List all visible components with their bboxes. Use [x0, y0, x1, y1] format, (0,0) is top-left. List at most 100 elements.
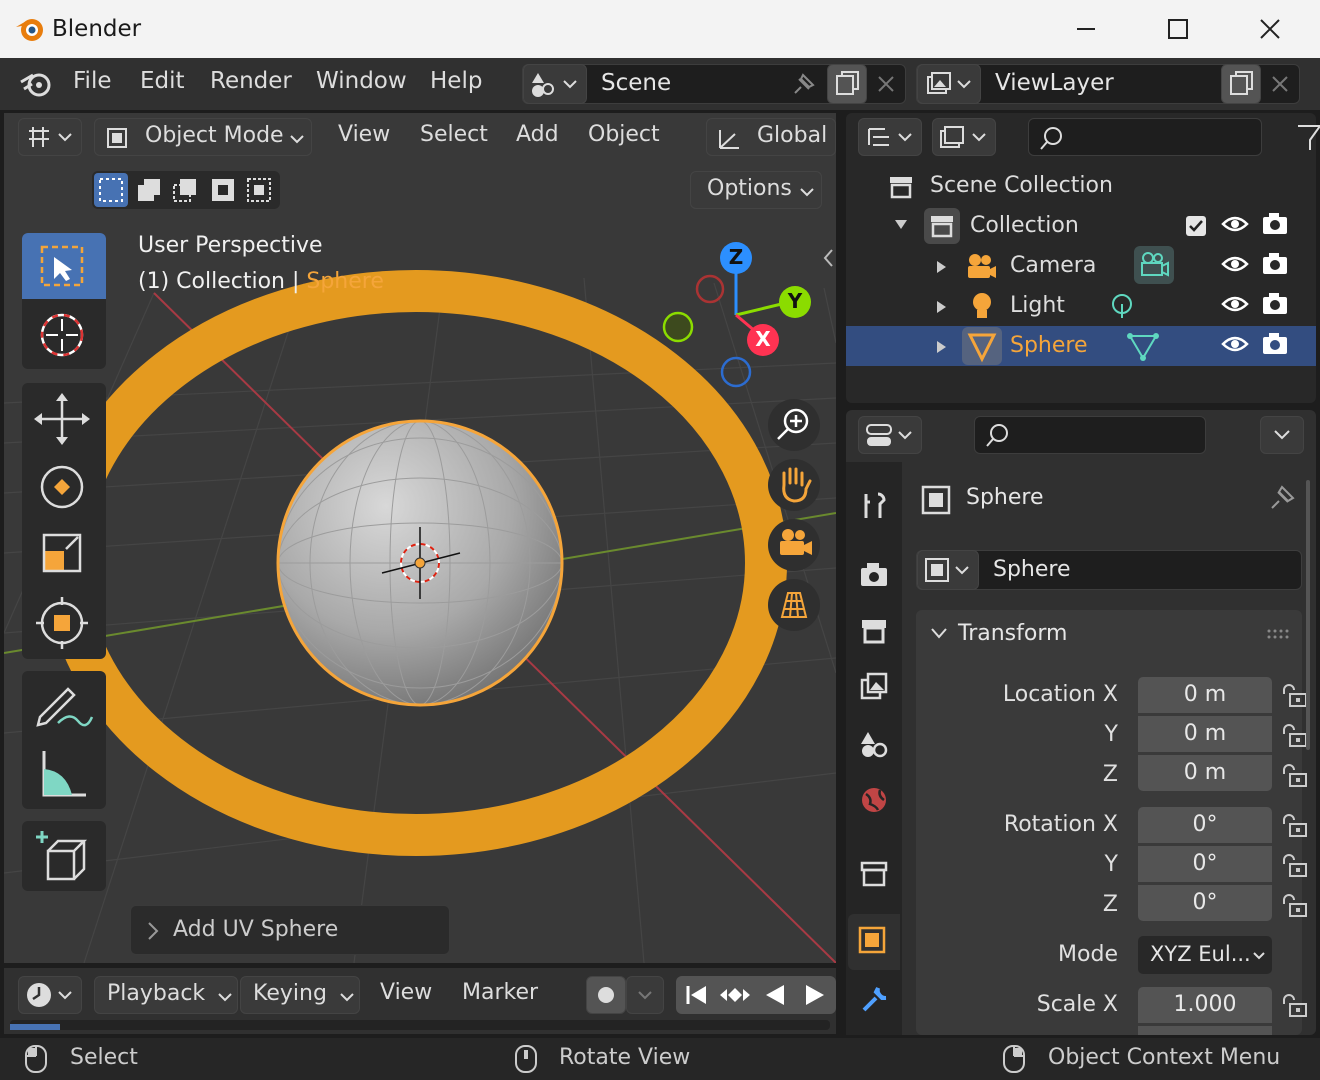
eye-icon[interactable]	[1220, 209, 1250, 239]
view-layer-tab-icon[interactable]	[858, 670, 890, 702]
modifier-tab-icon[interactable]	[858, 984, 890, 1016]
rotation-mode-dropdown[interactable]: XYZ Eul...	[1138, 936, 1272, 974]
select-extend-icon[interactable]	[132, 173, 166, 207]
render-camera-icon[interactable]	[1260, 249, 1290, 279]
delete-scene-icon[interactable]	[875, 73, 897, 95]
playhead[interactable]	[10, 1024, 60, 1030]
select-invert-icon[interactable]	[206, 173, 240, 207]
rotation-x-field[interactable]: 0°	[1138, 807, 1272, 843]
expand-right-icon[interactable]	[936, 260, 948, 274]
annotate-tool[interactable]	[22, 673, 106, 739]
lock-icon[interactable]	[1280, 852, 1310, 880]
move-tool[interactable]	[22, 385, 106, 451]
eye-icon[interactable]	[1220, 289, 1250, 319]
3d-viewport[interactable]: Object Mode View Select Add Object Globa…	[4, 113, 836, 963]
keying-options-button[interactable]	[626, 976, 664, 1014]
mesh-data-icon[interactable]	[1126, 330, 1160, 362]
eye-icon[interactable]	[1220, 249, 1250, 279]
maximize-button[interactable]	[1132, 0, 1224, 58]
viewlayer-browse-button[interactable]	[917, 64, 981, 104]
rotation-y-field[interactable]: 0°	[1138, 846, 1272, 882]
viewport-menu-object[interactable]: Object	[588, 122, 660, 147]
viewport-menu-view[interactable]: View	[338, 122, 390, 147]
render-camera-icon[interactable]	[1260, 329, 1290, 359]
display-mode-button[interactable]	[932, 118, 996, 156]
jump-start-icon[interactable]	[680, 980, 712, 1010]
delete-viewlayer-icon[interactable]	[1269, 73, 1291, 95]
scene-browse-button[interactable]	[523, 64, 587, 104]
outliner-search-input[interactable]	[1028, 118, 1262, 156]
exclude-checkbox[interactable]	[1186, 216, 1206, 236]
timeline-menu-view[interactable]: View	[380, 980, 432, 1005]
scale-y-field[interactable]	[1138, 1026, 1272, 1035]
collection-tab-icon[interactable]	[858, 858, 890, 890]
lock-icon[interactable]	[1280, 992, 1310, 1020]
light-data-icon[interactable]	[1108, 292, 1136, 322]
pan-hand-icon[interactable]	[768, 459, 820, 511]
timeline-editor-type-button[interactable]	[18, 976, 82, 1014]
transform-panel-header[interactable]: Transform	[916, 610, 1302, 660]
camera-view-icon[interactable]	[768, 519, 820, 571]
scale-tool[interactable]	[22, 521, 106, 587]
tool-tab-icon[interactable]	[858, 490, 890, 522]
expand-right-icon[interactable]	[936, 300, 948, 314]
perspective-grid-icon[interactable]	[768, 579, 820, 631]
menu-render[interactable]: Render	[210, 68, 292, 94]
minimize-button[interactable]	[1040, 0, 1132, 58]
object-tab-icon[interactable]	[848, 914, 900, 970]
viewport-menu-select[interactable]: Select	[420, 122, 488, 147]
render-camera-icon[interactable]	[1260, 289, 1290, 319]
menu-window[interactable]: Window	[316, 68, 407, 94]
menu-help[interactable]: Help	[430, 68, 482, 94]
object-browse-button[interactable]	[917, 550, 979, 590]
pin-icon[interactable]	[1266, 482, 1298, 514]
auto-keying-button[interactable]	[586, 976, 626, 1014]
scene-tab-icon[interactable]	[858, 728, 890, 760]
close-button[interactable]	[1224, 0, 1316, 58]
select-intersect-icon[interactable]	[242, 173, 276, 207]
select-subtract-icon[interactable]	[168, 173, 202, 207]
new-viewlayer-button[interactable]	[1221, 64, 1261, 104]
transform-orientation-dropdown[interactable]: Global	[706, 118, 836, 156]
playback-menu[interactable]: Playback	[94, 976, 238, 1014]
expand-down-icon[interactable]	[894, 218, 908, 232]
camera-data-icon[interactable]	[1134, 246, 1174, 284]
world-tab-icon[interactable]	[858, 784, 890, 816]
keying-menu[interactable]: Keying	[240, 976, 360, 1014]
properties-options-button[interactable]	[1260, 416, 1304, 454]
filter-icon[interactable]	[1294, 118, 1320, 156]
new-scene-button[interactable]	[827, 64, 867, 104]
lock-icon[interactable]	[1280, 892, 1310, 920]
lock-icon[interactable]	[1280, 812, 1310, 840]
measure-tool[interactable]	[22, 741, 106, 807]
scene-name[interactable]: Scene	[601, 70, 671, 96]
timeline-scrubber[interactable]	[10, 1020, 830, 1030]
select-new-icon[interactable]	[94, 173, 128, 207]
properties-search-input[interactable]	[974, 416, 1206, 454]
properties-scrollbar[interactable]	[1306, 480, 1310, 750]
rotate-tool[interactable]	[22, 453, 106, 519]
play-reverse-icon[interactable]	[760, 980, 792, 1010]
jump-keyframe-icon[interactable]	[718, 980, 752, 1010]
editor-type-button[interactable]	[18, 118, 82, 156]
scale-x-field[interactable]: 1.000	[1138, 987, 1272, 1023]
render-tab-icon[interactable]	[858, 558, 890, 590]
expand-right-icon[interactable]	[936, 340, 948, 354]
object-mode-dropdown[interactable]: Object Mode	[94, 118, 312, 156]
output-tab-icon[interactable]	[858, 614, 890, 646]
sidebar-toggle-icon[interactable]	[820, 247, 836, 269]
rotation-z-field[interactable]: 0°	[1138, 885, 1272, 921]
location-y-field[interactable]: 0 m	[1138, 716, 1272, 752]
zoom-icon[interactable]	[768, 399, 820, 451]
object-datablock-name[interactable]: Sphere	[993, 557, 1071, 582]
options-dropdown[interactable]: Options	[690, 171, 822, 209]
select-box-tool[interactable]	[22, 233, 106, 299]
menu-edit[interactable]: Edit	[140, 68, 185, 94]
viewlayer-name[interactable]: ViewLayer	[995, 70, 1114, 96]
last-operator-panel[interactable]: Add UV Sphere	[130, 905, 450, 955]
lock-icon[interactable]	[1280, 762, 1310, 790]
outliner-editor-type-button[interactable]	[858, 118, 922, 156]
drag-handle-icon[interactable]	[1266, 628, 1290, 640]
transform-tool[interactable]	[22, 589, 106, 655]
properties-editor-type-button[interactable]	[858, 416, 922, 454]
